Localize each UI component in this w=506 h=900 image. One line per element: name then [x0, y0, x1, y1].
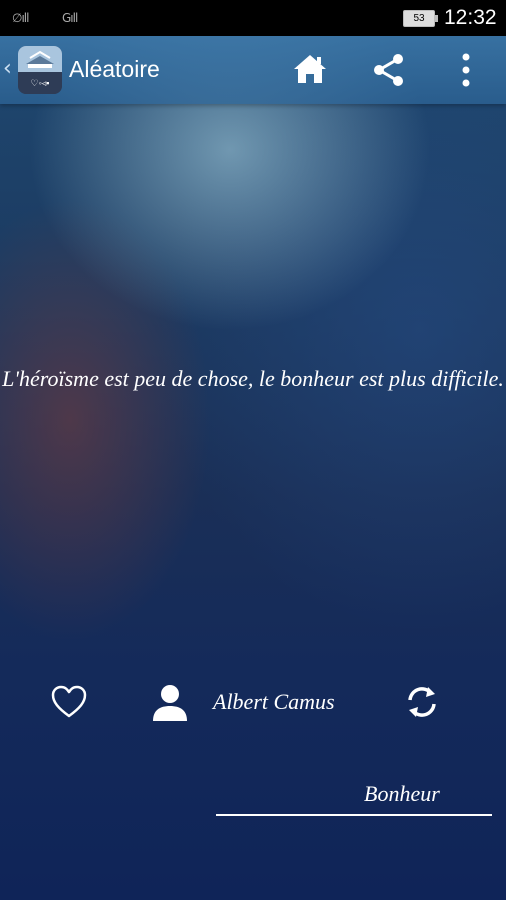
status-bar: ∅ıll Gıll 53 12:32 — [0, 0, 506, 36]
author-name[interactable]: Albert Camus — [213, 689, 335, 715]
signal-icon-2: Gıll — [62, 11, 78, 25]
refresh-icon — [408, 687, 436, 717]
signal-icon: ∅ıll — [12, 11, 29, 25]
app-logo[interactable]: ♡◦◃▪ — [18, 46, 62, 94]
battery-icon: 53 — [403, 10, 438, 27]
person-icon — [150, 682, 190, 722]
home-icon — [294, 55, 326, 83]
page-title: Aléatoire — [69, 56, 160, 82]
more-options-button[interactable] — [446, 50, 486, 90]
status-time: 12:32 — [444, 6, 497, 29]
favorite-button[interactable] — [50, 684, 88, 720]
heart-outline-icon — [51, 685, 87, 718]
refresh-button[interactable] — [402, 682, 442, 722]
screen: ∅ıll Gıll 53 12:32 ‹ ♡◦◃▪ Aléatoire L'hé… — [0, 0, 506, 900]
more-vert-icon — [462, 53, 470, 87]
app-bar: ‹ ♡◦◃▪ Aléatoire — [0, 36, 506, 104]
back-chevron-icon[interactable]: ‹ — [3, 56, 12, 81]
share-button[interactable] — [369, 50, 409, 90]
share-icon — [374, 54, 403, 86]
category-underline — [216, 814, 492, 816]
quote-text: L'héroïsme est peu de chose, le bonheur … — [2, 366, 504, 391]
home-button[interactable] — [290, 50, 330, 90]
category-tag[interactable]: Bonheur — [364, 781, 440, 807]
